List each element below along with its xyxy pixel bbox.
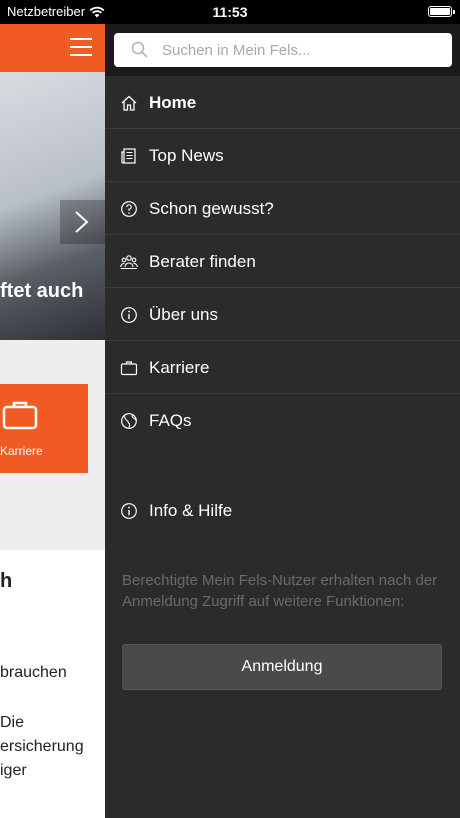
app-header (0, 24, 105, 72)
hero-banner[interactable]: ftet auch (0, 72, 105, 340)
menu-item-top-news[interactable]: Top News (105, 129, 460, 182)
career-tile[interactable]: Karriere (0, 384, 88, 473)
menu-item-label: Berater finden (149, 252, 256, 271)
menu-icon[interactable] (70, 38, 92, 56)
menu-item-label: Über uns (149, 305, 218, 324)
clock: 11:53 (212, 4, 248, 20)
card-text-line: Die (0, 714, 25, 731)
info-icon (121, 307, 137, 323)
drawer-menu: Home Top News Schon gewusst? Berater fin… (105, 76, 460, 447)
menu-item-label: FAQs (149, 411, 192, 430)
menu-item-ueber-uns[interactable]: Über uns (105, 288, 460, 341)
people-icon (120, 255, 138, 270)
menu-item-label: Top News (149, 146, 224, 165)
info-icon (121, 503, 137, 519)
news-icon (121, 148, 136, 164)
tile-area: Karriere (0, 340, 105, 550)
search-area (105, 24, 460, 76)
menu-item-info-hilfe[interactable]: Info & Hilfe (105, 484, 460, 537)
briefcase-icon (2, 401, 38, 430)
status-bar: Netzbetreiber 11:53 (0, 0, 460, 24)
menu-item-label: Karriere (149, 358, 210, 377)
globe-icon (121, 413, 137, 429)
menu-item-faqs[interactable]: FAQs (105, 394, 460, 447)
menu-item-schon-gewusst[interactable]: Schon gewusst? (105, 182, 460, 235)
menu-item-label: Schon gewusst? (149, 199, 274, 218)
question-icon (121, 201, 137, 217)
menu-item-berater-finden[interactable]: Berater finden (105, 235, 460, 288)
search-input[interactable] (162, 33, 442, 67)
login-button[interactable]: Anmeldung (122, 644, 442, 690)
card-heading: h (0, 570, 13, 592)
menu-item-label: Home (149, 93, 197, 112)
navigation-drawer: Home Top News Schon gewusst? (105, 24, 460, 818)
card-text-line: brauchen (0, 664, 67, 681)
search-icon (131, 41, 148, 58)
briefcase-icon (120, 361, 138, 376)
menu-item-karriere[interactable]: Karriere (105, 341, 460, 394)
hero-title: ftet auch (0, 280, 84, 302)
card-text-line: iger (0, 762, 27, 779)
search-box[interactable] (114, 33, 452, 67)
career-tile-label: Karriere (0, 444, 43, 458)
battery-icon (428, 6, 455, 17)
content-card: h brauchen Die ersicherung iger (0, 550, 105, 818)
background-app: ftet auch Karriere h brauchen Die ersich… (0, 24, 105, 818)
next-slide-button[interactable] (60, 200, 105, 244)
menu-item-label: Info & Hilfe (149, 501, 233, 520)
menu-item-home[interactable]: Home (105, 76, 460, 129)
card-text-line: ersicherung (0, 738, 84, 755)
chevron-right-icon (75, 211, 89, 233)
home-icon (121, 95, 137, 111)
login-note: Berechtigte Mein Fels-Nutzer erhalten na… (122, 572, 438, 610)
